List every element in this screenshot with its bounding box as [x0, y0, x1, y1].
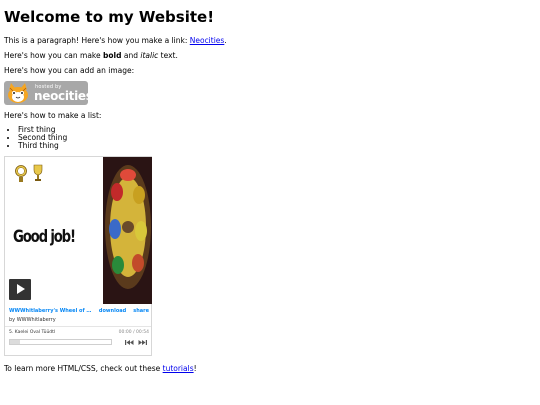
closing-text: To learn more HTML/CSS, check out these	[4, 364, 163, 373]
badge-brand-text: neocities	[34, 89, 88, 103]
closing-end: !	[193, 364, 197, 373]
paragraph-closing: To learn more HTML/CSS, check out these …	[4, 364, 197, 373]
list-item: Second thing	[18, 134, 536, 142]
wheel-icon	[103, 157, 152, 304]
bandcamp-player: Good job! WWWhitlaberry's Wheel of the .…	[4, 156, 152, 356]
download-link[interactable]: download	[99, 308, 126, 314]
player-actions: download share	[92, 308, 149, 315]
play-button[interactable]	[9, 279, 31, 300]
progress-fill	[10, 340, 21, 344]
track-time: 00:00 / 00:54	[118, 330, 149, 335]
list-item: Third thing	[18, 142, 536, 150]
paragraph-link: This is a paragraph! Here's how you make…	[4, 36, 536, 45]
cover-text: Good job!	[13, 227, 76, 247]
paragraph-image: Here's how you can add an image:	[4, 66, 135, 75]
hosted-by-neocities-badge: hosted by neocities	[4, 81, 88, 105]
album-art-wheel	[103, 157, 152, 304]
medal-icon	[15, 165, 27, 182]
neocities-link[interactable]: Neocities	[190, 36, 225, 45]
italic-text: italic	[140, 51, 159, 60]
current-track-name: 5. Kaelei Oval Tüüdtl	[9, 330, 56, 335]
paragraph-formatting: Here's how you can make bold and italic …	[4, 51, 536, 60]
artist-name[interactable]: by WWWhitlaberry	[9, 317, 149, 324]
paragraph-link-text: This is a paragraph! Here's how you make…	[4, 36, 190, 45]
paragraph-list: Here's how to make a list:	[4, 111, 102, 120]
neocities-cat-icon	[8, 83, 28, 103]
formatting-text-pre: Here's how you can make	[4, 51, 103, 60]
paragraph-link-end: .	[224, 36, 227, 45]
bullet-list: First thing Second thing Third thing	[4, 126, 536, 150]
share-link[interactable]: share	[133, 308, 149, 314]
formatting-text-post: text.	[158, 51, 178, 60]
tutorials-link[interactable]: tutorials	[163, 364, 194, 373]
album-art[interactable]: Good job!	[5, 157, 103, 304]
progress-bar[interactable]	[9, 339, 112, 345]
track-title-link[interactable]: WWWhitlaberry's Wheel of the ...	[9, 308, 92, 315]
formatting-text-mid: and	[121, 51, 141, 60]
list-item: First thing	[18, 126, 536, 134]
page-title: Welcome to my Website!	[4, 8, 215, 26]
trophy-icon	[33, 164, 43, 181]
bold-text: bold	[103, 51, 122, 60]
page-content: Welcome to my Website! This is a paragra…	[4, 8, 536, 356]
next-track-icon[interactable]	[138, 339, 148, 346]
current-track-row: 5. Kaelei Oval Tüüdtl 00:00 / 00:54	[9, 329, 149, 336]
player-divider	[5, 326, 151, 327]
previous-track-icon[interactable]	[124, 339, 134, 346]
player-info: WWWhitlaberry's Wheel of the ... downloa…	[9, 308, 149, 324]
player-title-row: WWWhitlaberry's Wheel of the ... downloa…	[9, 308, 149, 315]
